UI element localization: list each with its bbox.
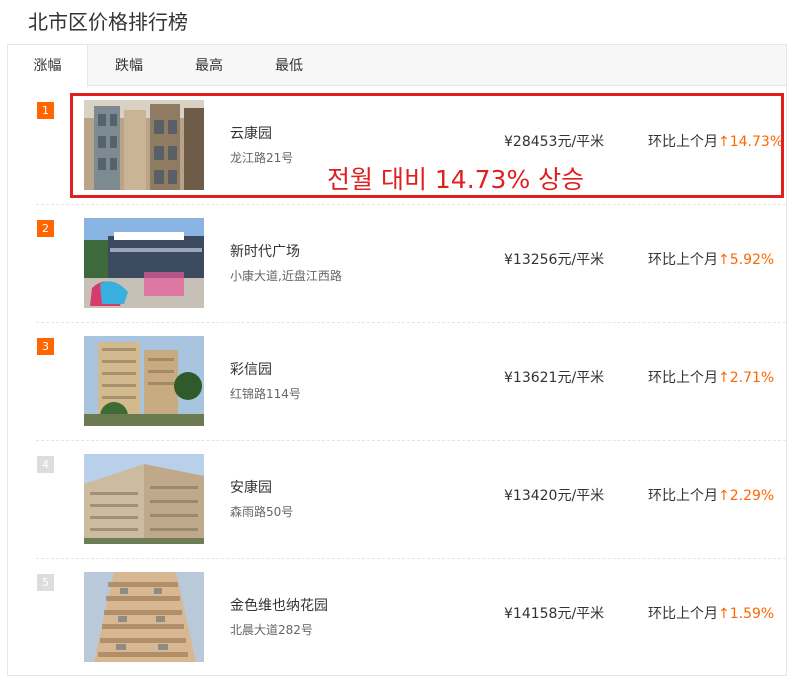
- property-photo[interactable]: [84, 454, 204, 544]
- list-item[interactable]: 3 彩信园 红锦路114号 ¥13621元/平米 环比上个月↑2.71%: [36, 323, 786, 441]
- change-label: 环比上个月: [648, 606, 718, 622]
- change-label: 环比上个月: [648, 488, 718, 504]
- property-address: 森雨路50号: [230, 505, 294, 519]
- property-name[interactable]: 金色维也纳花园: [230, 595, 328, 615]
- up-arrow-icon: ↑: [718, 252, 730, 268]
- property-price: ¥13256元/平米: [504, 252, 605, 268]
- up-arrow-icon: ↑: [718, 488, 730, 504]
- property-photo[interactable]: [84, 572, 204, 662]
- property-photo[interactable]: [84, 218, 204, 308]
- tab-lowest[interactable]: 最低: [253, 45, 325, 86]
- price-change: 环比上个月↑5.92%: [648, 249, 774, 269]
- tab-bar: 涨幅 跌幅 最高 最低: [8, 45, 786, 87]
- rank-badge: 1: [37, 102, 54, 119]
- change-percent: 2.71%: [729, 370, 775, 386]
- change-percent: 2.29%: [729, 488, 775, 504]
- tab-rise[interactable]: 涨幅: [8, 45, 88, 87]
- property-name[interactable]: 安康园: [230, 477, 272, 497]
- change-percent: 5.92%: [729, 252, 775, 268]
- price-change: 环比上个月↑1.59%: [648, 603, 774, 623]
- price-change: 环比上个月↑2.29%: [648, 485, 774, 505]
- rank-badge: 5: [37, 574, 54, 591]
- change-label: 环比上个月: [648, 370, 718, 386]
- change-label: 环比上个月: [648, 252, 718, 268]
- rank-badge: 2: [37, 220, 54, 237]
- list-item[interactable]: 2 新时代广场 小康大道,近盘江西路 ¥13256元/平米 环比上个月↑5.92…: [36, 205, 786, 323]
- rank-badge: 3: [37, 338, 54, 355]
- price-change: 环比上个月↑2.71%: [648, 367, 774, 387]
- tab-highest[interactable]: 最高: [173, 45, 245, 86]
- list-item[interactable]: 4 安康园 森雨路50号 ¥13420元/平米 环比上个月↑2.29%: [36, 441, 786, 559]
- list-item[interactable]: 5 金色维也纳花园 北晨大道282号 ¥14158元/平米 环比上个月↑1.59…: [36, 559, 786, 677]
- up-arrow-icon: ↑: [718, 606, 730, 622]
- property-address: 红锦路114号: [230, 387, 301, 401]
- tab-fall[interactable]: 跌幅: [93, 45, 165, 86]
- page-title: 北市区价格排行榜: [28, 10, 188, 34]
- property-photo[interactable]: [84, 336, 204, 426]
- rank-badge: 4: [37, 456, 54, 473]
- property-name[interactable]: 彩信园: [230, 359, 272, 379]
- up-arrow-icon: ↑: [718, 370, 730, 386]
- property-address: 北晨大道282号: [230, 623, 313, 637]
- property-price: ¥13420元/平米: [504, 488, 605, 504]
- property-address: 小康大道,近盘江西路: [230, 269, 342, 283]
- change-percent: 1.59%: [729, 606, 775, 622]
- property-name[interactable]: 新时代广场: [230, 241, 300, 261]
- property-price: ¥13621元/平米: [504, 370, 605, 386]
- property-price: ¥14158元/平米: [504, 606, 605, 622]
- annotation-text: 전월 대비 14.73% 상승: [327, 165, 585, 194]
